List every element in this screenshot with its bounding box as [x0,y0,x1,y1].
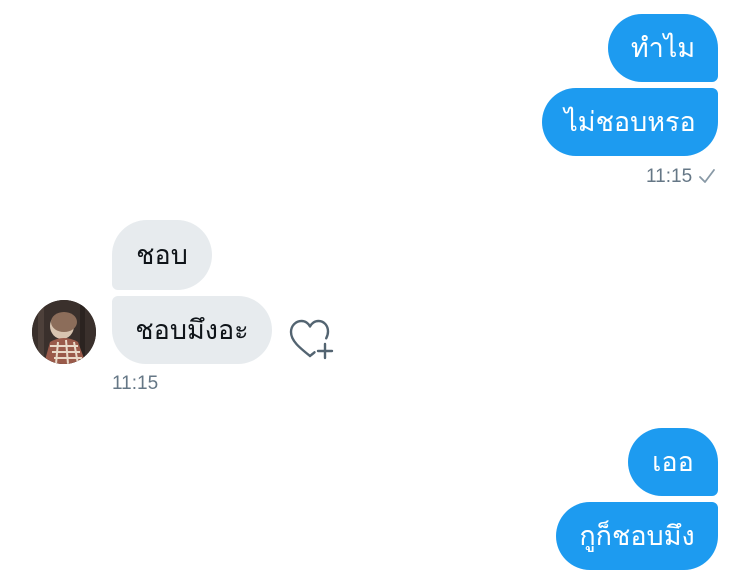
avatar-image [32,300,96,364]
sent-message-text: ทำไม [630,32,696,64]
sent-message-text: ไม่ชอบหรอ [564,106,696,138]
sent-message-bubble[interactable]: ไม่ชอบหรอ [542,88,718,156]
user-avatar[interactable] [32,300,96,364]
received-message-text: ชอบมึงอะ [135,314,249,346]
sent-message-text: เออ [652,446,694,478]
check-icon [699,169,715,183]
sent-message-bubble[interactable]: กูก็ชอบมึง [556,502,718,570]
received-message-text: ชอบ [136,239,188,271]
sent-message-bubble[interactable]: เออ [628,428,718,496]
sent-message-bubble[interactable]: ทำไม [608,14,718,82]
received-message-bubble[interactable]: ชอบ [112,220,212,290]
received-message-bubble[interactable]: ชอบมึงอะ [112,296,272,364]
received-message-timestamp: 11:15 [112,373,159,394]
heart-plus-icon[interactable] [288,318,336,362]
sent-message-timestamp: 11:15 [646,166,693,187]
sent-message-text: กูก็ชอบมึง [579,520,695,552]
